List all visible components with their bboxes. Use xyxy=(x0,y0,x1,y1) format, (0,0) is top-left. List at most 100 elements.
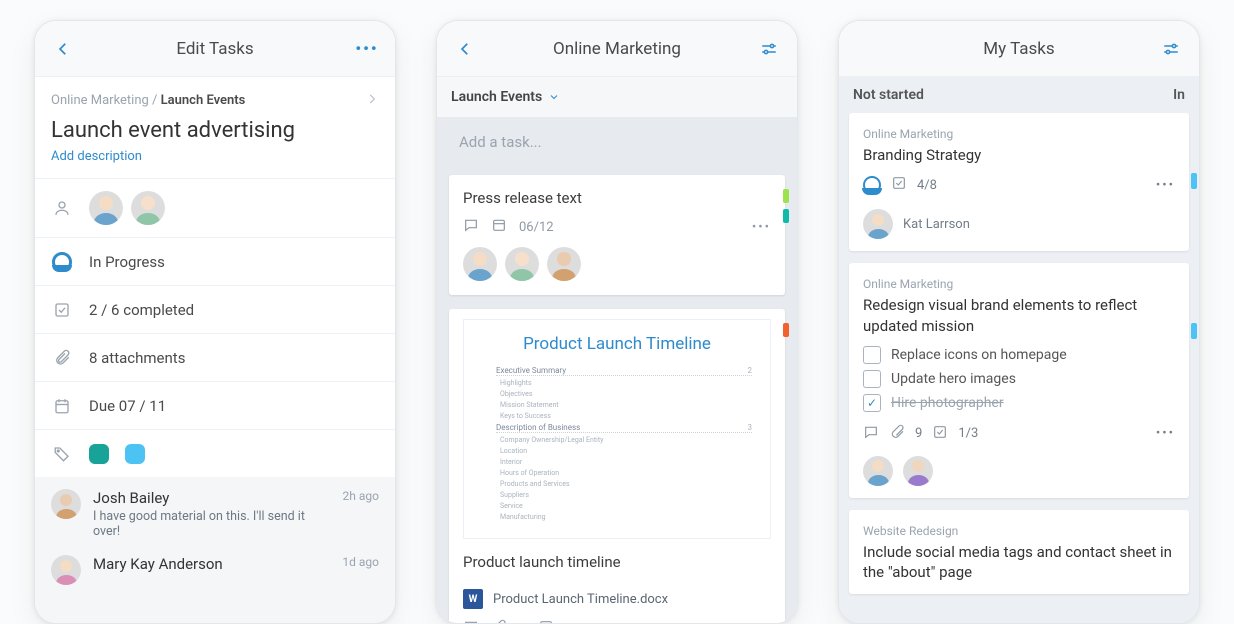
card-title: Product launch timeline xyxy=(449,539,785,581)
tags-row[interactable] xyxy=(35,429,395,477)
topbar: Edit Tasks ••• xyxy=(35,21,395,77)
subtask-list: Replace icons on homepage Update hero im… xyxy=(863,346,1175,412)
avatar xyxy=(51,489,81,519)
filter-button[interactable] xyxy=(755,35,783,63)
avatar xyxy=(131,191,165,225)
paperclip-icon xyxy=(889,424,905,444)
status-text: In Progress xyxy=(89,253,165,271)
chevron-down-icon xyxy=(548,91,560,103)
person-icon xyxy=(51,197,73,219)
attachments-row[interactable]: 8 attachments xyxy=(35,333,395,381)
assignees-row[interactable] xyxy=(35,178,395,237)
card-more-button[interactable]: ••• xyxy=(752,220,771,235)
comment[interactable]: Josh Bailey I have good material on this… xyxy=(35,477,395,543)
tag-stripe xyxy=(1191,173,1197,189)
add-description-link[interactable]: Add description xyxy=(35,149,395,178)
chevron-right-icon xyxy=(365,91,379,110)
comment-author: Josh Bailey xyxy=(93,489,331,507)
avatar xyxy=(863,456,893,486)
column-header[interactable]: Launch Events xyxy=(437,77,797,117)
progress-icon xyxy=(52,252,72,272)
column-name[interactable]: Not started xyxy=(853,87,924,103)
subtask-item[interactable]: Replace icons on homepage xyxy=(863,346,1175,364)
due-date-row[interactable]: Due 07 / 11 xyxy=(35,381,395,429)
kanban-column-headers: Not started In xyxy=(839,77,1199,113)
checklist-row[interactable]: 2 / 6 completed xyxy=(35,285,395,333)
screen-title: Edit Tasks xyxy=(176,39,253,59)
tag-stripe xyxy=(783,209,789,223)
more-button[interactable]: ••• xyxy=(353,35,381,63)
checklist-text: 2 / 6 completed xyxy=(89,301,194,319)
topbar: My Tasks xyxy=(839,21,1199,77)
tag-chip[interactable] xyxy=(125,444,145,464)
screen-title: Online Marketing xyxy=(553,39,681,59)
avatar xyxy=(863,209,893,239)
column-name-next[interactable]: In xyxy=(1173,87,1185,103)
doc-title: Product Launch Timeline xyxy=(482,334,752,354)
comment-body: I have good material on this. I'll send … xyxy=(93,509,331,539)
tag-stripe xyxy=(783,323,789,337)
subtask-item[interactable]: Update hero images xyxy=(863,370,1175,388)
comment-author: Mary Kay Anderson xyxy=(93,555,330,573)
checkbox-icon[interactable] xyxy=(863,346,881,364)
breadcrumb[interactable]: Online Marketing / Launch Events xyxy=(35,77,395,110)
task-card[interactable]: Online Marketing Branding Strategy 4/8 •… xyxy=(849,113,1189,251)
card-date: 06/12 xyxy=(519,220,554,235)
checklist-icon xyxy=(932,424,948,444)
assignee-name: Kat Larrson xyxy=(903,217,970,232)
column-name: Launch Events xyxy=(451,89,542,105)
checklist-icon xyxy=(51,299,73,321)
card-title: Branding Strategy xyxy=(863,145,1175,165)
avatar xyxy=(463,247,497,281)
task-title: Launch event advertising xyxy=(35,110,395,149)
task-card[interactable]: Product Launch Timeline Executive Summar… xyxy=(449,309,785,623)
word-file-icon: W xyxy=(463,589,483,609)
filter-button[interactable] xyxy=(1157,35,1185,63)
avatar xyxy=(89,191,123,225)
checkbox-icon[interactable] xyxy=(863,394,881,412)
status-row[interactable]: In Progress xyxy=(35,237,395,285)
phone-my-tasks: My Tasks Not started In Online Marketing… xyxy=(838,20,1200,624)
project-label: Website Redesign xyxy=(863,524,1175,538)
due-date-text: Due 07 / 11 xyxy=(89,397,166,415)
avatar xyxy=(547,247,581,281)
document-preview: Product Launch Timeline Executive Summar… xyxy=(463,319,771,539)
comment-icon xyxy=(463,619,479,623)
back-button[interactable] xyxy=(49,35,77,63)
calendar-icon xyxy=(51,395,73,417)
task-card[interactable]: Press release text 06/12 ••• xyxy=(449,175,785,295)
file-attachment[interactable]: W Product Launch Timeline.docx xyxy=(449,581,785,609)
breadcrumb-leaf: Launch Events xyxy=(161,93,246,108)
topbar: Online Marketing xyxy=(437,21,797,77)
paperclip-icon xyxy=(491,619,507,623)
comment-time: 2h ago xyxy=(343,489,379,539)
card-title: Redesign visual brand elements to reflec… xyxy=(863,295,1175,336)
calendar-icon xyxy=(491,217,507,237)
screen-title: My Tasks xyxy=(983,39,1054,59)
comment[interactable]: Mary Kay Anderson 1d ago xyxy=(35,543,395,589)
card-more-button[interactable]: ••• xyxy=(752,622,771,624)
avatar xyxy=(505,247,539,281)
add-task-input[interactable]: Add a task... xyxy=(449,117,785,161)
file-name: Product Launch Timeline.docx xyxy=(493,592,668,607)
attach-count: 1 xyxy=(519,622,526,624)
avatar xyxy=(903,456,933,486)
card-title: Include social media tags and contact sh… xyxy=(863,542,1175,583)
breadcrumb-parent: Online Marketing xyxy=(51,93,149,108)
task-card[interactable]: Online Marketing Redesign visual brand e… xyxy=(849,263,1189,498)
card-more-button[interactable]: ••• xyxy=(1156,178,1175,193)
checklist-icon xyxy=(538,619,554,623)
phone-board-column: Online Marketing Launch Events Add a tas… xyxy=(436,20,798,624)
back-button[interactable] xyxy=(451,35,479,63)
card-title: Press release text xyxy=(449,175,785,217)
project-label: Online Marketing xyxy=(863,277,1175,291)
subtask-item[interactable]: Hire photographer xyxy=(863,394,1175,412)
task-card[interactable]: Website Redesign Include social media ta… xyxy=(849,510,1189,595)
checkbox-icon[interactable] xyxy=(863,370,881,388)
card-more-button[interactable]: ••• xyxy=(1156,426,1175,441)
checklist-progress: 1/3 xyxy=(958,426,978,441)
checklist-progress: 4/8 xyxy=(917,178,937,193)
checklist-icon xyxy=(891,175,907,195)
tag-chip[interactable] xyxy=(89,444,109,464)
progress-icon xyxy=(863,176,881,194)
